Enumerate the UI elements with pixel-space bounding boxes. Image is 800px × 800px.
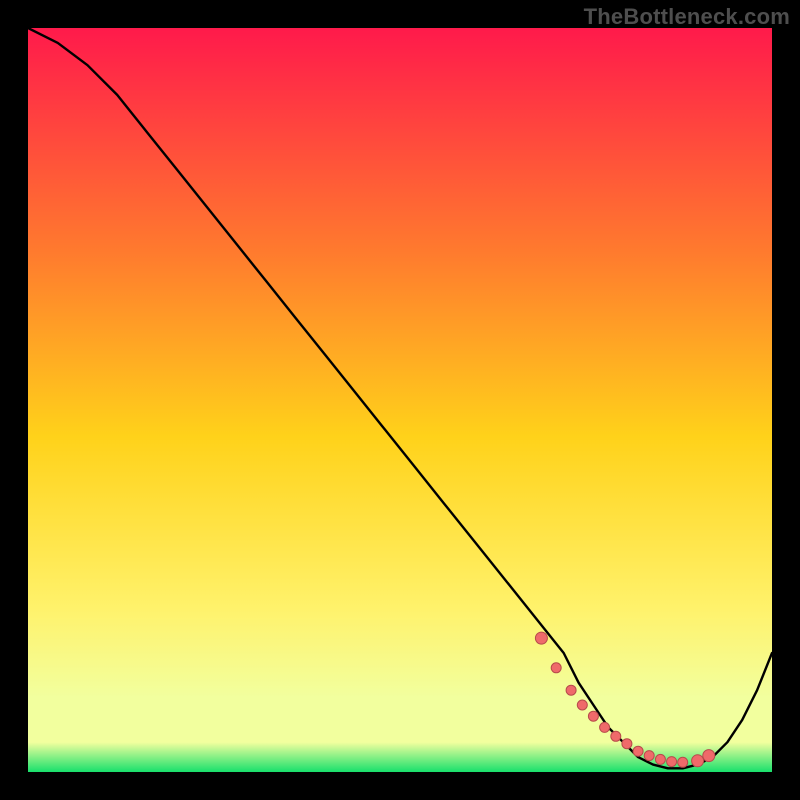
highlight-dot [644,751,654,761]
highlight-dot [611,731,621,741]
highlight-dot [535,632,547,644]
highlight-dot [633,746,643,756]
highlight-dot [551,663,561,673]
chart-frame: TheBottleneck.com [0,0,800,800]
highlight-dot [703,750,715,762]
highlight-dot [577,700,587,710]
bottleneck-chart [0,0,800,800]
highlight-dot [622,739,632,749]
highlight-dot [566,685,576,695]
highlight-dot [655,754,665,764]
highlight-dot [692,755,704,767]
highlight-dot [667,757,677,767]
highlight-dot [678,757,688,767]
highlight-dot [600,722,610,732]
highlight-dot [588,711,598,721]
plot-background [28,28,772,772]
